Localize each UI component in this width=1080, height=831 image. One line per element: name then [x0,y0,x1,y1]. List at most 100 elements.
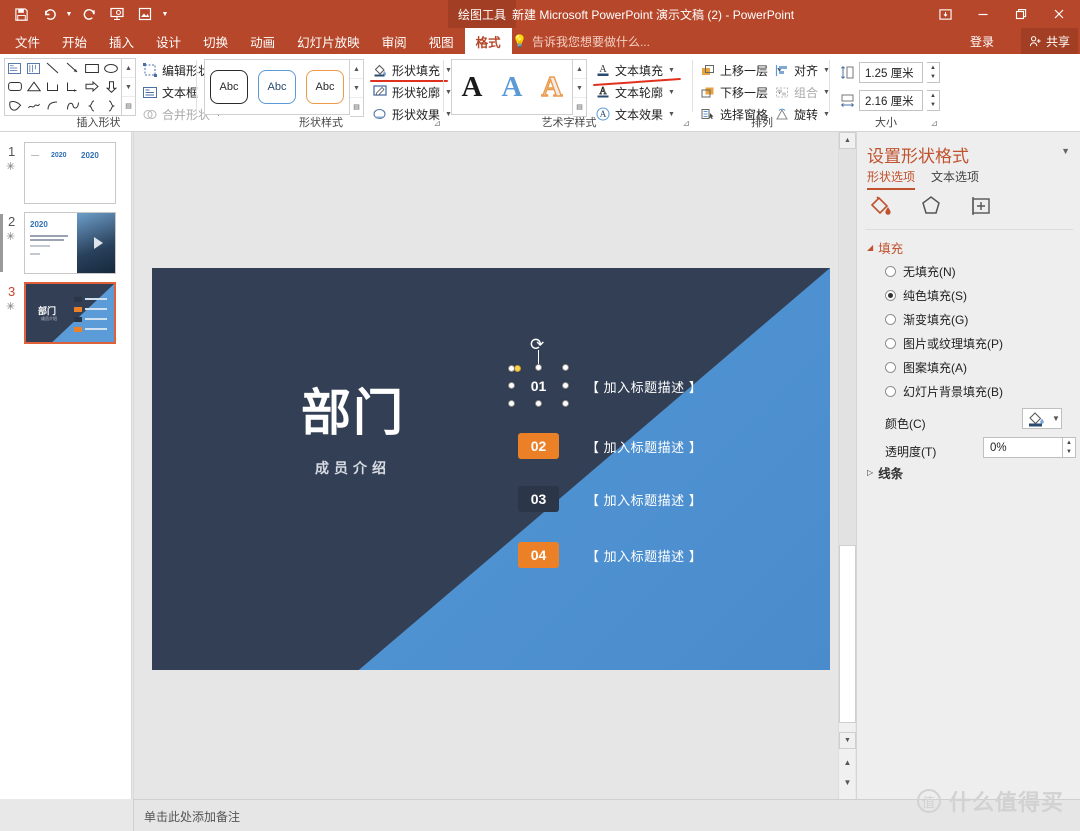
customize-qat-icon[interactable]: ▼ [160,2,170,26]
shape-freeform-icon[interactable] [5,96,24,115]
radio-button[interactable] [885,338,896,349]
ribbon-tab-0[interactable]: 文件 [4,28,51,54]
fill-option-no-fill[interactable]: 无填充(N) [885,263,956,280]
ribbon-tab-6[interactable]: 幻灯片放映 [286,28,371,54]
format-pane-collapse-icon[interactable]: ▼ [1061,146,1070,156]
radio-button[interactable] [885,266,896,277]
shape-arc-icon[interactable] [44,96,63,115]
slide-title[interactable]: 部门 [208,388,498,438]
current-slide[interactable]: 部门 成员介绍 01 【 加入标题描述 】 ⟳ 02 【 加入标题描述 】 03… [152,268,830,670]
slide-item-text[interactable]: 【 加入标题描述 】 [586,490,702,509]
radio-button[interactable] [885,362,896,373]
resize-handle-w[interactable] [508,382,515,389]
tab-text-options[interactable]: 文本选项 [931,168,979,190]
shape-right-brace-icon[interactable] [102,96,121,115]
stepper-up-icon[interactable]: ▲ [927,91,939,101]
ribbon-tab-7[interactable]: 审阅 [371,28,418,54]
chevron-down-icon[interactable]: ▼ [1052,414,1060,423]
stepper-up-icon[interactable]: ▲ [1063,438,1075,448]
start-slideshow-icon[interactable] [104,2,130,26]
undo-icon[interactable] [36,2,62,26]
slide-item-3[interactable]: 03 【 加入标题描述 】 [518,486,702,512]
align-button[interactable]: 对齐 ▼ [774,60,830,80]
radio-button-selected[interactable] [885,290,896,301]
shape-vertical-textbox-icon[interactable] [24,59,43,78]
slide-thumbnail-pane[interactable]: 1 ✳ 2020 2020 2 ✳ 2020 3 ✳ 部门 成员介绍 [0,132,132,799]
resize-handle-n[interactable] [535,364,542,371]
chevron-down-icon[interactable]: ▼ [668,89,675,96]
previous-slide-button[interactable]: ▲ [839,754,856,771]
slide-subtitle[interactable]: 成员介绍 [208,458,498,478]
shape-down-arrow-icon[interactable] [102,78,121,97]
slide-item-4[interactable]: 04 【 加入标题描述 】 [518,542,702,568]
transparency-stepper[interactable]: ▲ ▼ [1063,437,1076,458]
gallery-scroll-up-icon[interactable]: ▲ [122,59,135,77]
ribbon-tab-1[interactable]: 开始 [51,28,98,54]
fill-option-slide-background-fill[interactable]: 幻灯片背景填充(B) [885,383,1003,400]
transparency-input[interactable]: 0% [983,437,1063,458]
redo-icon[interactable] [76,2,102,26]
restore-icon[interactable] [1002,0,1040,28]
slide-editing-area[interactable]: 部门 成员介绍 01 【 加入标题描述 】 ⟳ 02 【 加入标题描述 】 03… [133,132,856,799]
sign-in-button[interactable]: 登录 [970,28,994,54]
stepper-down-icon[interactable]: ▼ [927,101,939,111]
fill-section-header[interactable]: ◢ 填充 [867,238,903,257]
shape-height-input[interactable]: 1.25 厘米 [859,62,923,83]
shape-fill-button[interactable]: 形状填充 ▼ [372,60,452,80]
shape-style-preset-1[interactable]: Abc [210,70,248,104]
stepper-up-icon[interactable]: ▲ [927,63,939,73]
fill-option-pattern-fill[interactable]: 图案填充(A) [885,359,967,376]
wordart-preset-3[interactable]: A [541,71,563,101]
resize-handle-sw[interactable] [508,400,515,407]
shape-outline-button[interactable]: 形状轮廓 ▼ [372,82,452,102]
ribbon-tab-5[interactable]: 动画 [239,28,286,54]
shape-style-preset-3[interactable]: Abc [306,70,344,104]
shape-textbox-icon[interactable] [5,59,24,78]
wordart-preset-1[interactable]: A [462,72,483,102]
fill-option-picture-texture-fill[interactable]: 图片或纹理填充(P) [885,335,1003,352]
slide-item-badge[interactable]: 04 [518,542,559,568]
thumbnail-preview[interactable]: 部门 成员介绍 [24,282,116,344]
slide-item-text[interactable]: 【 加入标题描述 】 [586,437,702,456]
ribbon-tab-4[interactable]: 切换 [192,28,239,54]
wordart-styles-dialog-launcher[interactable]: ⊿ [682,118,690,129]
scroll-down-button[interactable]: ▼ [839,732,856,749]
shape-oval-icon[interactable] [102,59,121,78]
ribbon-tab-2[interactable]: 插入 [98,28,145,54]
close-icon[interactable] [1040,0,1078,28]
shape-curve-icon[interactable] [63,96,82,115]
shape-triangle-icon[interactable] [24,78,43,97]
wordart-styles-scroll[interactable]: ▲ ▼ ▤ [573,59,587,117]
undo-dropdown-icon[interactable]: ▼ [64,2,74,26]
next-slide-button[interactable]: ▼ [839,774,856,791]
slide-item-text[interactable]: 【 加入标题描述 】 [586,377,702,396]
thumbnail-slide-3[interactable]: 3 ✳ 部门 成员介绍 [0,280,131,350]
gallery-expand-icon[interactable]: ▤ [122,96,135,115]
shape-styles-gallery[interactable]: Abc Abc Abc [204,59,350,115]
shape-styles-dialog-launcher[interactable]: ⊿ [433,118,441,129]
shape-line-icon[interactable] [44,59,63,78]
shape-rectangle-icon[interactable] [82,59,101,78]
wordart-styles-gallery[interactable]: A A A [451,59,573,115]
shape-arrow-icon[interactable] [63,59,82,78]
scrollbar-track-upper[interactable] [839,149,856,545]
slide-item-2[interactable]: 02 【 加入标题描述 】 [518,433,702,459]
minimize-icon[interactable] [964,0,1002,28]
ribbon-tab-9[interactable]: 格式 [464,28,512,54]
send-backward-button[interactable]: 下移一层 ▼ [700,82,783,102]
rotate-handle-icon[interactable]: ⟳ [530,336,544,353]
bring-forward-button[interactable]: 上移一层 ▼ [700,60,783,80]
shapes-gallery-scroll[interactable]: ▲ ▼ ▤ [122,58,136,116]
ribbon-display-options-icon[interactable] [926,0,964,28]
tell-me-box[interactable]: 💡 告诉我您想要做什么... [512,28,650,54]
shape-selection-handles[interactable]: ⟳ [508,336,569,407]
radio-button[interactable] [885,386,896,397]
gallery-scroll-up-icon[interactable]: ▲ [573,60,586,78]
gallery-scroll-down-icon[interactable]: ▼ [122,77,135,96]
thumbnail-slide-1[interactable]: 1 ✳ 2020 2020 [0,140,131,210]
picture-icon[interactable] [132,2,158,26]
shape-left-brace-icon[interactable] [82,96,101,115]
thumbnail-preview[interactable]: 2020 [24,212,116,274]
resize-handle-e[interactable] [562,382,569,389]
shape-scribble-icon[interactable] [24,96,43,115]
